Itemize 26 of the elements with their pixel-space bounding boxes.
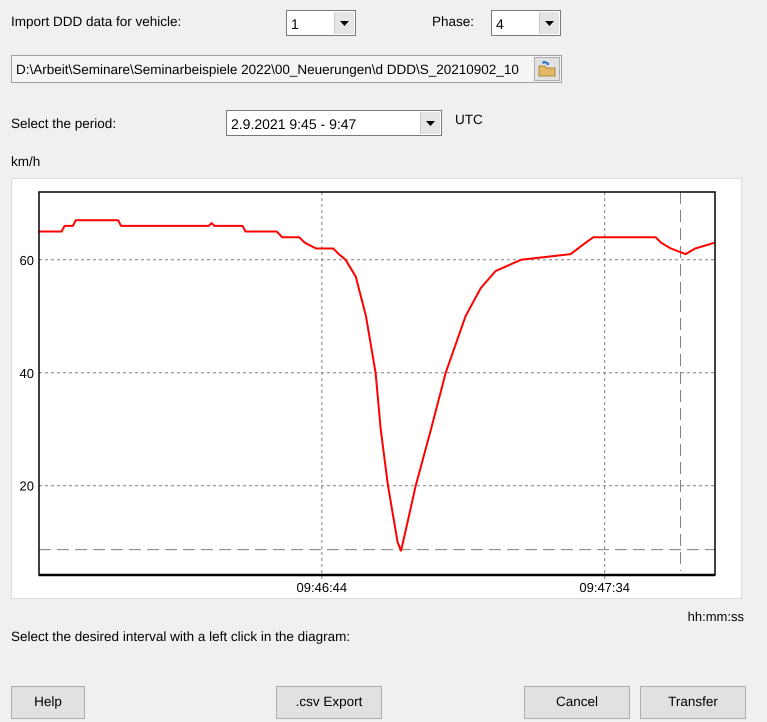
cancel-button[interactable]: Cancel bbox=[524, 686, 630, 719]
timezone-label: UTC bbox=[455, 111, 483, 129]
y-tick-label: 20 bbox=[20, 479, 34, 494]
chart-panel[interactable]: 20 40 60 09:46:44 09:47:34 bbox=[11, 178, 742, 600]
file-path-field[interactable]: D:\Arbeit\Seminare\Seminarbeispiele 2022\00_Neuerungen\d DDD\S_20210902_10 bbox=[11, 55, 562, 83]
phase-select[interactable]: 4 bbox=[491, 10, 561, 36]
caret-icon bbox=[545, 20, 554, 26]
browse-button[interactable] bbox=[534, 57, 560, 81]
field-label: Phase: bbox=[432, 13, 476, 31]
caret-icon bbox=[340, 20, 349, 26]
caret-icon bbox=[426, 120, 435, 126]
period-select[interactable]: 2.9.2021 9:45 - 9:47 bbox=[226, 110, 442, 136]
y-tick-label: 60 bbox=[20, 253, 34, 268]
field-label: Import DDD data for vehicle: bbox=[11, 13, 182, 31]
y-tick-label: 40 bbox=[20, 366, 34, 382]
vehicle-select[interactable]: 1 bbox=[286, 10, 356, 36]
folder-icon bbox=[538, 61, 556, 77]
x-tick-label: 09:47:34 bbox=[579, 580, 630, 596]
field-label: Select the period: bbox=[11, 115, 118, 133]
transfer-button[interactable]: Transfer bbox=[640, 686, 746, 719]
x-tick-label: 09:46:44 bbox=[296, 580, 348, 596]
axis-unit-label: km/h bbox=[11, 153, 40, 171]
export-button[interactable]: .csv Export bbox=[276, 686, 382, 719]
help-button[interactable]: Help bbox=[11, 686, 85, 719]
hint-text: Select the desired interval with a left click in the diagram: bbox=[11, 628, 350, 646]
axis-unit-label: hh:mm:ss bbox=[688, 608, 744, 626]
